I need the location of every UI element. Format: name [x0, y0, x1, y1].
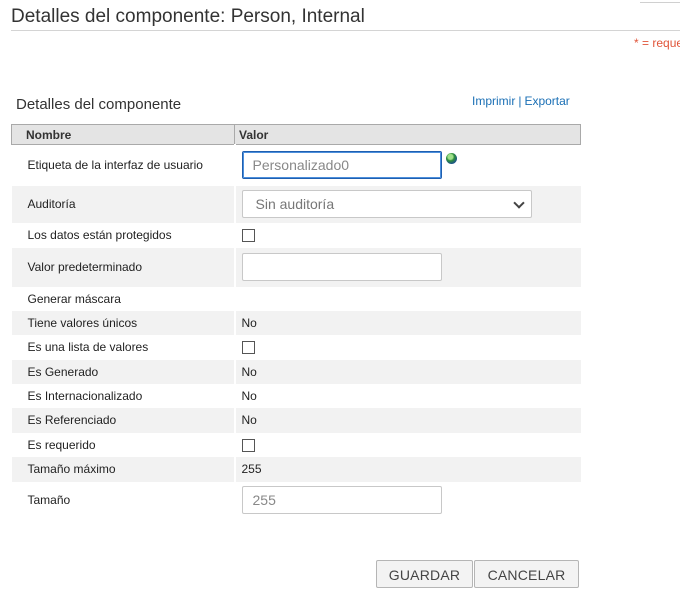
row-label: Valor predeterminado [11, 247, 235, 287]
row-value: No [233, 310, 581, 335]
table-row: Tamaño máximo 255 [11, 456, 581, 482]
table-row: Es Internacionalizado No [12, 383, 581, 408]
table-row: Valor predeterminado [11, 247, 581, 287]
row-label: Tamaño [27, 493, 71, 507]
title-divider [11, 30, 680, 31]
table-header-row: Nombre Valor [11, 124, 581, 145]
audit-select[interactable]: Sin auditoría [241, 190, 532, 218]
form-buttons: GUARDAR CANCELAR [376, 560, 580, 588]
row-label: Es Internacionalizado [27, 388, 143, 403]
row-value: No [233, 359, 581, 384]
print-link[interactable]: Imprimir [472, 94, 515, 108]
audit-select-value: Sin auditoría [255, 196, 335, 212]
required-checkbox[interactable] [241, 438, 255, 452]
table-row: Auditoría Sin auditoría [11, 185, 581, 223]
column-header-value: Valor [234, 124, 581, 145]
list-of-values-checkbox[interactable] [241, 341, 255, 355]
globe-icon[interactable] [445, 153, 457, 165]
protected-data-checkbox[interactable] [241, 229, 255, 243]
table-row: Tamaño 255 [12, 481, 581, 519]
row-label: Tamaño máximo [11, 456, 235, 482]
row-label: Es Generado [11, 359, 235, 384]
default-value-input[interactable] [241, 253, 442, 281]
component-details-table: Nombre Valor Etiqueta de la interfaz de … [11, 124, 581, 519]
ui-label-input[interactable]: Personalizado0 [241, 151, 442, 180]
row-label: Es Referenciado [11, 407, 235, 433]
save-button[interactable]: GUARDAR [376, 560, 473, 588]
table-row: Tiene valores únicos No [11, 310, 581, 335]
chevron-down-icon [512, 197, 525, 209]
section-title: Detalles del componente [16, 96, 182, 113]
row-label: Auditoría [11, 185, 235, 223]
size-input[interactable]: 255 [241, 486, 442, 514]
table-row: Es Generado No [11, 359, 581, 384]
top-divider [640, 2, 680, 3]
page-title: Detalles del componente: Person, Interna… [11, 6, 365, 27]
cancel-button[interactable]: CANCELAR [474, 560, 579, 588]
row-label: Etiqueta de la interfaz de usuario [27, 158, 203, 173]
row-label: Los datos están protegidos [27, 228, 172, 242]
table-row: Es requerido [12, 432, 581, 457]
table-row: Es una lista de valores [12, 334, 581, 360]
required-note: * = reque [634, 36, 680, 50]
row-label: Tiene valores únicos [11, 310, 235, 335]
table-row: Los datos están protegidos [12, 222, 581, 248]
table-row: Etiqueta de la interfaz de usuario Perso… [12, 144, 581, 186]
export-link[interactable]: Exportar [524, 94, 569, 108]
row-label: Generar máscara [27, 291, 121, 306]
row-value: No [233, 407, 581, 433]
table-row: Es Referenciado No [11, 407, 581, 433]
column-header-name: Nombre [11, 124, 235, 145]
row-label: Es requerido [27, 437, 96, 452]
row-value: 255 [233, 456, 581, 482]
row-value: No [233, 383, 581, 408]
table-row: Generar máscara [12, 286, 581, 311]
section-links: Imprimir | Exportar [472, 94, 570, 108]
row-label: Es una lista de valores [27, 340, 149, 354]
